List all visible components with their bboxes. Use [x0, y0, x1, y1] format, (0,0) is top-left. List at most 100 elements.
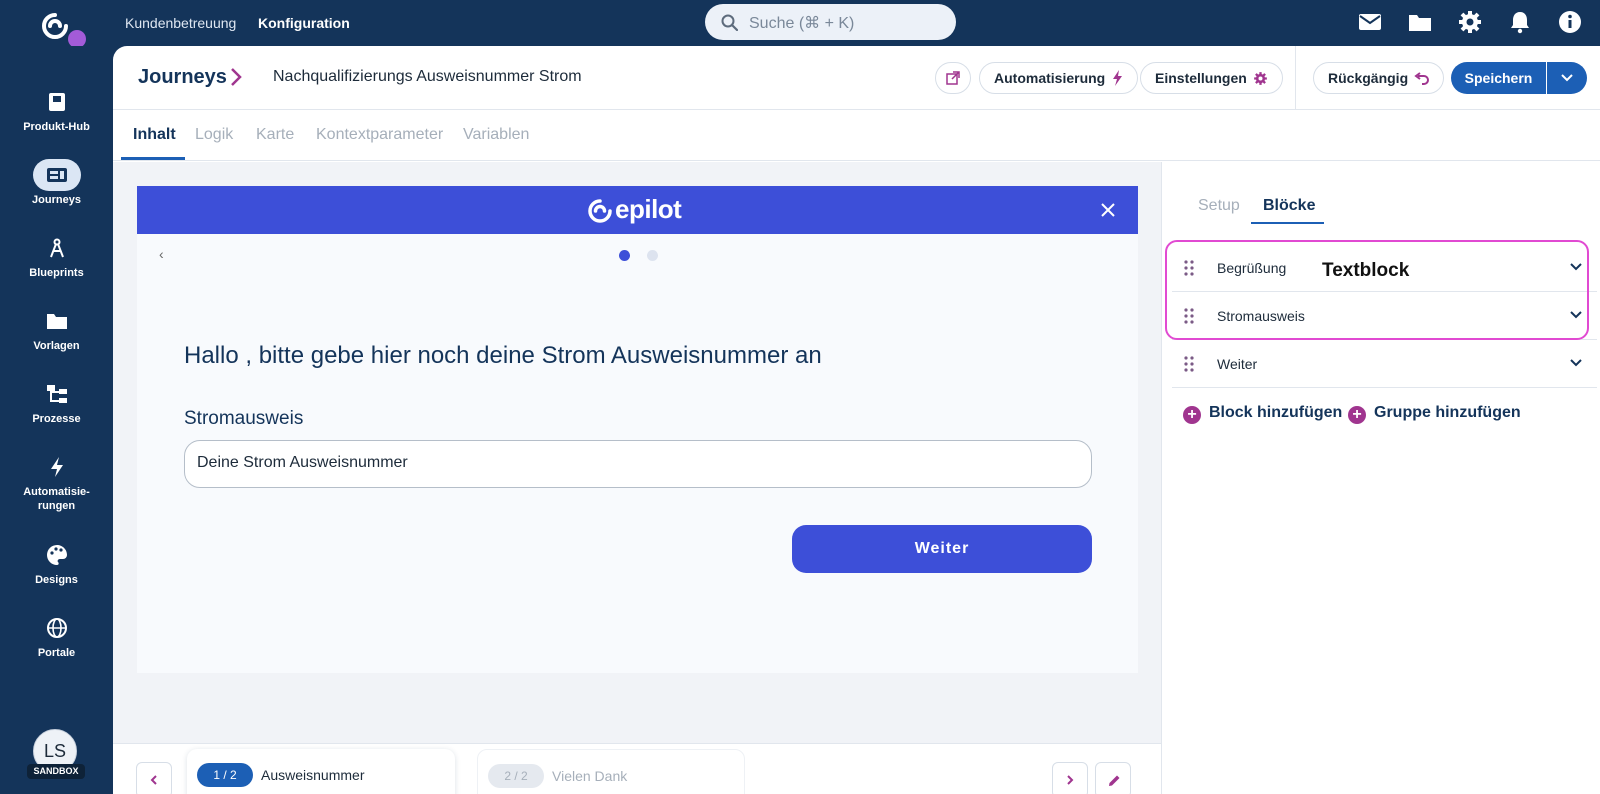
back-chevron-icon[interactable]: ‹ [159, 246, 164, 262]
drag-handle-icon[interactable] [1184, 356, 1194, 372]
preview-heading: Hallo , bitte gebe hier noch deine Strom… [184, 342, 822, 369]
chevron-down-icon[interactable] [1569, 358, 1583, 368]
tab-bloecke[interactable]: Blöcke [1263, 197, 1315, 215]
sidebar-item-label: Produkt-Hub [23, 121, 90, 133]
lightning-icon [50, 457, 63, 477]
undo-button[interactable]: Rückgängig [1313, 62, 1445, 94]
search-placeholder: Suche (⌘ + K) [749, 15, 855, 32]
preview-canvas: epilot ‹ Hallo , bitte gebe hier noch de… [113, 162, 1161, 744]
undo-icon [1414, 72, 1430, 85]
tab-logik[interactable]: Logik [195, 126, 233, 144]
journey-header: Journeys Nachqualifizierungs Ausweisnumm… [113, 46, 1600, 110]
sidebar-item-label: Vorlagen [33, 340, 80, 352]
save-options-button[interactable] [1547, 62, 1587, 94]
field-label: Stromausweis [184, 408, 304, 429]
prev-step-button[interactable] [136, 762, 172, 794]
edit-step-button[interactable] [1095, 762, 1131, 794]
sidebar-item-prozesse[interactable]: Prozesse [0, 378, 113, 426]
gear-icon [1253, 72, 1267, 85]
tab-setup[interactable]: Setup [1198, 197, 1240, 215]
chevron-right-icon [1067, 775, 1074, 785]
blueprints-icon [49, 238, 64, 258]
next-step-button[interactable] [1052, 762, 1088, 794]
undo-button-label: Rückgängig [1328, 70, 1409, 86]
breadcrumb-journeys[interactable]: Journeys [138, 66, 227, 89]
search-input[interactable]: Suche (⌘ + K) [705, 4, 956, 40]
add-group-label: Gruppe hinzufügen [1374, 404, 1521, 421]
tab-variablen[interactable]: Variablen [463, 126, 529, 144]
plus-icon: + [1183, 406, 1201, 424]
pencil-icon [1109, 775, 1120, 786]
nav-konfiguration[interactable]: Konfiguration [258, 15, 350, 31]
add-block-label: Block hinzufügen [1209, 404, 1343, 421]
step-name: Ausweisnummer [261, 767, 365, 783]
block-group-highlight [1165, 240, 1589, 340]
left-sidebar: Produkt-Hub Journeys Blueprints Vorlagen… [0, 46, 113, 794]
sidebar-item-blueprints[interactable]: Blueprints [0, 232, 113, 280]
sandbox-badge: SANDBOX [27, 764, 85, 779]
tab-kontextparameter[interactable]: Kontextparameter [316, 126, 443, 144]
product-hub-icon [48, 93, 65, 111]
automation-button-label: Automatisierung [994, 70, 1106, 86]
external-link-icon [946, 71, 960, 85]
settings-button-label: Einstellungen [1155, 70, 1247, 86]
preview-header: epilot [137, 186, 1138, 234]
palette-icon [46, 545, 67, 565]
add-block-button[interactable]: + Block hinzufügen [1183, 404, 1342, 424]
journey-title[interactable]: Nachqualifizierungs Ausweisnummer Strom [273, 68, 582, 86]
tab-inhalt[interactable]: Inhalt [133, 126, 176, 144]
weiter-button[interactable]: Weiter [792, 525, 1092, 573]
plus-icon: + [1348, 406, 1366, 424]
journey-preview: epilot ‹ Hallo , bitte gebe hier noch de… [137, 186, 1138, 673]
step-badge: 2 / 2 [488, 764, 544, 788]
settings-button[interactable]: Einstellungen [1140, 62, 1283, 94]
main-panel: Journeys Nachqualifizierungs Ausweisnumm… [113, 46, 1600, 794]
close-icon[interactable] [1100, 202, 1116, 218]
tab-karte[interactable]: Karte [256, 126, 294, 144]
gear-icon[interactable] [1457, 9, 1483, 35]
sidebar-item-label: Designs [35, 574, 78, 586]
mail-icon[interactable] [1357, 9, 1383, 35]
right-panel: Setup Blöcke Begrüßung Stromausweis Weit… [1161, 162, 1600, 794]
step-navigation: 1 / 2 Ausweisnummer 2 / 2 Vielen Dank [113, 743, 1161, 794]
sidebar-item-label: Portale [37, 647, 76, 659]
add-group-button[interactable]: + Gruppe hinzufügen [1348, 404, 1521, 424]
chevron-right-icon [231, 68, 242, 86]
block-name: Weiter [1217, 356, 1258, 372]
brand-name: epilot [615, 194, 682, 224]
sidebar-item-portale[interactable]: Portale [0, 612, 113, 660]
header-divider [1295, 46, 1296, 110]
step-card-active[interactable]: 1 / 2 Ausweisnummer [187, 749, 455, 794]
chevron-left-icon [150, 775, 157, 785]
epilot-logo-icon [588, 199, 612, 223]
sidebar-item-designs[interactable]: Designs [0, 539, 113, 587]
folder-icon[interactable] [1407, 9, 1433, 35]
save-button[interactable]: Speichern [1451, 62, 1546, 94]
nav-kundenbetreuung[interactable]: Kundenbetreuung [125, 15, 236, 31]
active-tab-indicator [121, 157, 185, 160]
block-row[interactable]: Weiter [1172, 340, 1597, 388]
automation-button[interactable]: Automatisierung [979, 62, 1139, 94]
processes-icon [46, 385, 67, 403]
sidebar-item-label: Automatisie- rungen [23, 486, 90, 512]
sidebar-item-automatisierungen[interactable]: Automatisie- rungen [0, 451, 113, 513]
step-name: Vielen Dank [552, 768, 628, 784]
search-icon [721, 14, 738, 31]
step-card[interactable]: 2 / 2 Vielen Dank [477, 749, 745, 794]
stromausweis-input[interactable]: Deine Strom Ausweisnummer [184, 440, 1092, 488]
step-dot[interactable] [647, 250, 658, 261]
sidebar-item-journeys[interactable]: Journeys [0, 159, 113, 207]
journeys-icon [46, 168, 67, 182]
sidebar-item-produkt-hub[interactable]: Produkt-Hub [0, 86, 113, 134]
app-logo-icon[interactable] [40, 11, 70, 41]
bell-icon[interactable] [1507, 9, 1533, 35]
sidebar-item-vorlagen[interactable]: Vorlagen [0, 305, 113, 353]
globe-icon [46, 618, 67, 638]
step-dot-active[interactable] [619, 250, 630, 261]
open-external-button[interactable] [935, 62, 971, 94]
sidebar-item-label: Prozesse [32, 413, 81, 425]
chevron-down-icon [1561, 74, 1573, 82]
sidebar-item-label: Blueprints [29, 267, 84, 279]
info-icon[interactable] [1557, 9, 1583, 35]
sidebar-item-label: Journeys [32, 194, 81, 206]
